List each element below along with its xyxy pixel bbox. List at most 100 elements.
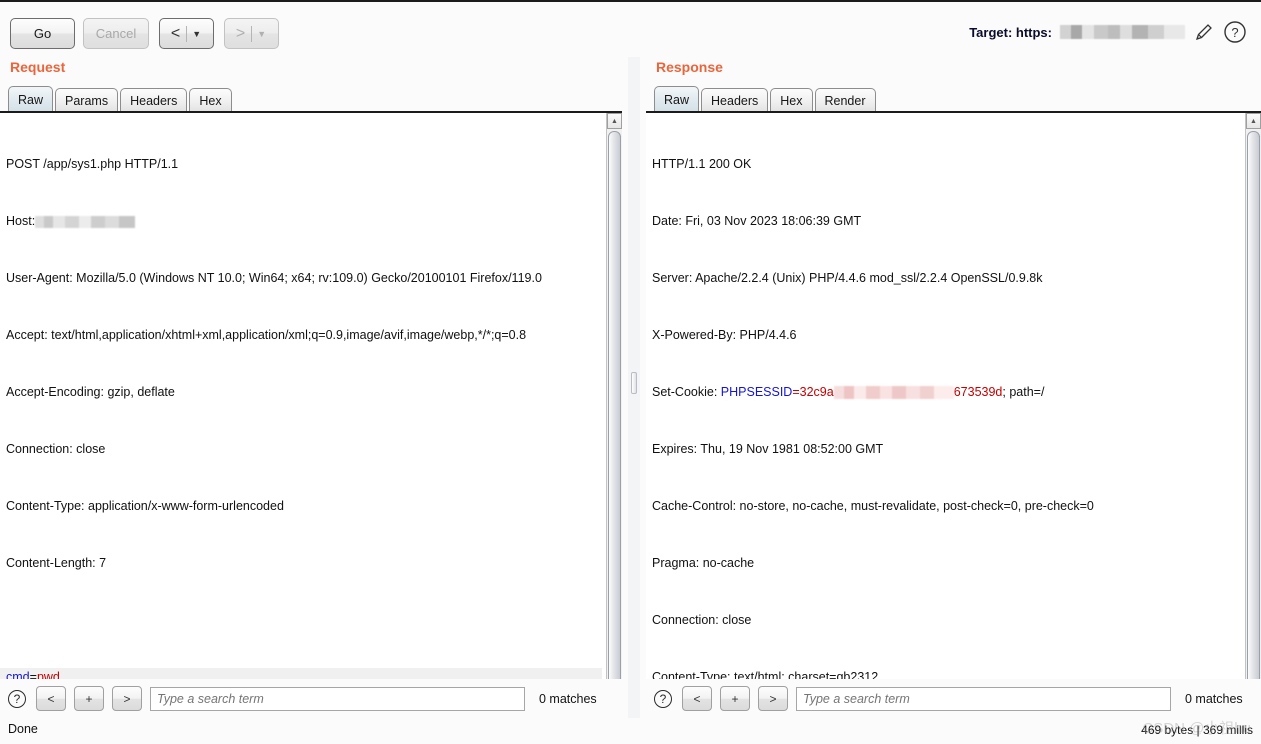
cookie-value-end: 673539d bbox=[953, 385, 1003, 399]
tab-label: Hex bbox=[199, 93, 222, 108]
host-value-redacted bbox=[35, 215, 136, 228]
response-find-help-icon[interactable]: ? bbox=[654, 689, 672, 708]
response-editor[interactable]: HTTP/1.1 200 OK Date: Fri, 03 Nov 2023 1… bbox=[646, 113, 1261, 735]
pencil-icon-svg bbox=[1195, 24, 1212, 41]
response-find-bar: ? < + > 0 matches bbox=[646, 679, 1261, 718]
response-metrics: 469 bytes | 369 millis bbox=[1141, 723, 1253, 737]
scrollbar-thumb[interactable] bbox=[1247, 131, 1260, 703]
tab-request-headers[interactable]: Headers bbox=[120, 88, 188, 112]
back-history-button[interactable]: < ▼ bbox=[159, 18, 214, 49]
pencil-icon[interactable] bbox=[1193, 21, 1215, 43]
tab-response-hex[interactable]: Hex bbox=[770, 88, 813, 112]
tab-label: Raw bbox=[18, 92, 44, 107]
request-line-0: POST /app/sys1.php HTTP/1.1 bbox=[6, 157, 179, 171]
tab-label: Raw bbox=[664, 92, 690, 107]
response-line-5: Expires: Thu, 19 Nov 1981 08:52:00 GMT bbox=[652, 442, 884, 456]
cookie-suffix: ; path=/ bbox=[1002, 385, 1045, 399]
tab-label: Params bbox=[65, 93, 109, 108]
target-label: Target: https: bbox=[969, 24, 1052, 40]
response-match-count: 0 matches bbox=[1185, 691, 1243, 706]
set-cookie-prefix: Set-Cookie: bbox=[652, 385, 721, 399]
tab-response-render[interactable]: Render bbox=[814, 88, 876, 112]
response-panel: Response Raw Headers Hex Render HTTP/1.1… bbox=[646, 57, 1261, 735]
cookie-value-redacted bbox=[833, 386, 954, 400]
tab-response-headers[interactable]: Headers bbox=[701, 88, 769, 112]
repeater-toolbar: Go Cancel < ▼ > ▼ Target: https: ? bbox=[0, 2, 1261, 57]
response-line-0: HTTP/1.1 200 OK bbox=[652, 157, 752, 171]
help-icon-svg: ? bbox=[1224, 21, 1246, 43]
request-find-help-icon[interactable]: ? bbox=[8, 689, 26, 708]
scrollbar-thumb[interactable] bbox=[608, 131, 621, 703]
response-line-6: Cache-Control: no-store, no-cache, must-… bbox=[652, 499, 1094, 513]
request-search-input[interactable] bbox=[150, 686, 525, 711]
response-line-set-cookie: Set-Cookie: PHPSESSID=32c9a 673539d; path… bbox=[652, 383, 1240, 402]
request-find-prev-button[interactable]: < bbox=[36, 686, 66, 711]
request-line-4: Accept-Encoding: gzip, deflate bbox=[6, 385, 175, 399]
request-find-add-button[interactable]: + bbox=[74, 686, 104, 711]
target-area: Target: https: ? bbox=[969, 20, 1247, 44]
svg-text:?: ? bbox=[1231, 25, 1238, 40]
response-title: Response bbox=[656, 59, 723, 75]
chevron-left-icon: < bbox=[170, 24, 181, 42]
request-tabstrip: Raw Params Headers Hex bbox=[8, 86, 234, 112]
response-line-1: Date: Fri, 03 Nov 2023 18:06:39 GMT bbox=[652, 214, 862, 228]
target-host-redacted bbox=[1060, 25, 1185, 39]
button-label: > bbox=[123, 691, 131, 706]
cookie-value-start: 32c9a bbox=[799, 385, 834, 399]
request-vertical-scrollbar[interactable]: ▲ ▼ bbox=[606, 113, 622, 735]
scroll-up-icon[interactable]: ▲ bbox=[607, 113, 622, 129]
tab-request-raw[interactable]: Raw bbox=[8, 86, 54, 112]
response-find-prev-button[interactable]: < bbox=[682, 686, 712, 711]
request-find-next-button[interactable]: > bbox=[112, 686, 142, 711]
request-line-2: User-Agent: Mozilla/5.0 (Windows NT 10.0… bbox=[6, 271, 542, 285]
go-button-label: Go bbox=[33, 26, 52, 41]
response-vertical-scrollbar[interactable]: ▲ ▼ bbox=[1245, 113, 1261, 735]
request-raw-text: POST /app/sys1.php HTTP/1.1 Host: User-A… bbox=[0, 113, 608, 725]
response-line-8: Connection: close bbox=[652, 613, 752, 627]
help-icon[interactable]: ? bbox=[1223, 20, 1247, 44]
response-find-next-button[interactable]: > bbox=[758, 686, 788, 711]
request-editor[interactable]: POST /app/sys1.php HTTP/1.1 Host: User-A… bbox=[0, 113, 622, 735]
request-blank-line bbox=[6, 611, 602, 630]
tab-label: Render bbox=[824, 93, 866, 108]
response-find-add-button[interactable]: + bbox=[720, 686, 750, 711]
request-line-host: Host: bbox=[6, 212, 602, 231]
request-line-6: Content-Type: application/x-www-form-url… bbox=[6, 499, 284, 513]
forward-button-inner: > ▼ bbox=[234, 24, 269, 42]
cancel-button-label: Cancel bbox=[95, 26, 137, 41]
tab-request-params[interactable]: Params bbox=[55, 88, 119, 112]
forward-history-button[interactable]: > ▼ bbox=[224, 18, 279, 49]
host-label: Host: bbox=[6, 214, 36, 228]
tab-label: Hex bbox=[780, 93, 803, 108]
response-line-3: X-Powered-By: PHP/4.4.6 bbox=[652, 328, 797, 342]
tab-label: Headers bbox=[130, 93, 178, 108]
go-button[interactable]: Go bbox=[10, 18, 75, 49]
request-match-count: 0 matches bbox=[539, 691, 597, 706]
cookie-equals: = bbox=[792, 385, 800, 399]
response-search-input[interactable] bbox=[796, 686, 1171, 711]
request-find-bar: ? < + > 0 matches bbox=[0, 679, 622, 718]
response-raw-text: HTTP/1.1 200 OK Date: Fri, 03 Nov 2023 1… bbox=[646, 113, 1246, 735]
button-label: + bbox=[731, 691, 739, 706]
chevron-down-icon: ▼ bbox=[192, 28, 202, 39]
tab-request-hex[interactable]: Hex bbox=[189, 88, 232, 112]
status-bar: Done 469 bytes | 369 millis CSDN @小祖hu bbox=[0, 718, 1261, 744]
tab-response-raw[interactable]: Raw bbox=[654, 86, 700, 112]
request-line-7: Content-Length: 7 bbox=[6, 556, 107, 570]
scroll-up-icon[interactable]: ▲ bbox=[1246, 113, 1261, 129]
tab-label: Headers bbox=[711, 93, 759, 108]
chevron-right-icon: > bbox=[235, 24, 246, 42]
button-label: + bbox=[85, 691, 93, 706]
burp-repeater-window: Go Cancel < ▼ > ▼ Target: https: ? Reque… bbox=[0, 0, 1261, 744]
cookie-name: PHPSESSID bbox=[720, 385, 793, 399]
request-line-5: Connection: close bbox=[6, 442, 106, 456]
panel-splitter[interactable] bbox=[628, 57, 640, 718]
cancel-button[interactable]: Cancel bbox=[83, 18, 149, 49]
request-panel: Request Raw Params Headers Hex POST /app… bbox=[0, 57, 624, 735]
button-label: < bbox=[693, 691, 701, 706]
splitter-handle[interactable] bbox=[631, 372, 637, 394]
chevron-down-icon: ▼ bbox=[257, 28, 267, 39]
response-tabstrip: Raw Headers Hex Render bbox=[654, 86, 878, 112]
status-text: Done bbox=[8, 722, 38, 736]
back-button-inner: < ▼ bbox=[169, 24, 204, 42]
